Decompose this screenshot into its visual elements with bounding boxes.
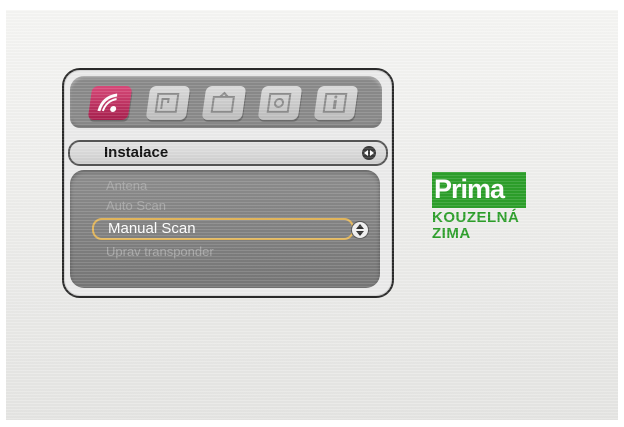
up-down-arrows-icon xyxy=(352,222,368,238)
menu-list: Antena Auto Scan Manual Scan Uprav trans… xyxy=(70,170,380,288)
satellite-dish-icon xyxy=(97,93,118,112)
menu-item-antena[interactable]: Antena xyxy=(106,178,147,193)
menu-item-uprav-transponder[interactable]: Uprav transponder xyxy=(106,244,214,259)
menu-item-auto-scan[interactable]: Auto Scan xyxy=(106,198,166,213)
menu-tab-strip xyxy=(70,76,382,128)
channel-logo-line2: ZIMA xyxy=(432,225,471,242)
info-icon xyxy=(322,93,348,113)
section-title: Instalace xyxy=(104,144,169,161)
tv-screen: Instalace Antena Auto Scan Manual Scan U… xyxy=(6,10,618,420)
channel-logo-line1: KOUZELNÁ xyxy=(432,209,520,226)
channel-list-icon xyxy=(154,93,180,113)
settings-icon xyxy=(266,93,292,113)
section-header[interactable]: Instalace xyxy=(68,140,388,166)
tab-picture[interactable] xyxy=(201,86,247,120)
tab-settings[interactable] xyxy=(257,86,303,120)
tab-info[interactable] xyxy=(313,86,359,120)
tab-installation[interactable] xyxy=(87,86,133,120)
channel-logo: Prima KOUZELNÁ ZIMA xyxy=(432,172,526,242)
tab-channels[interactable] xyxy=(145,86,191,120)
tv-icon xyxy=(210,91,235,113)
channel-logo-brand: Prima xyxy=(434,174,505,204)
osd-menu-panel: Instalace Antena Auto Scan Manual Scan U… xyxy=(62,68,394,298)
menu-item-manual-scan[interactable]: Manual Scan xyxy=(92,218,354,240)
left-right-arrows-icon xyxy=(362,146,376,160)
